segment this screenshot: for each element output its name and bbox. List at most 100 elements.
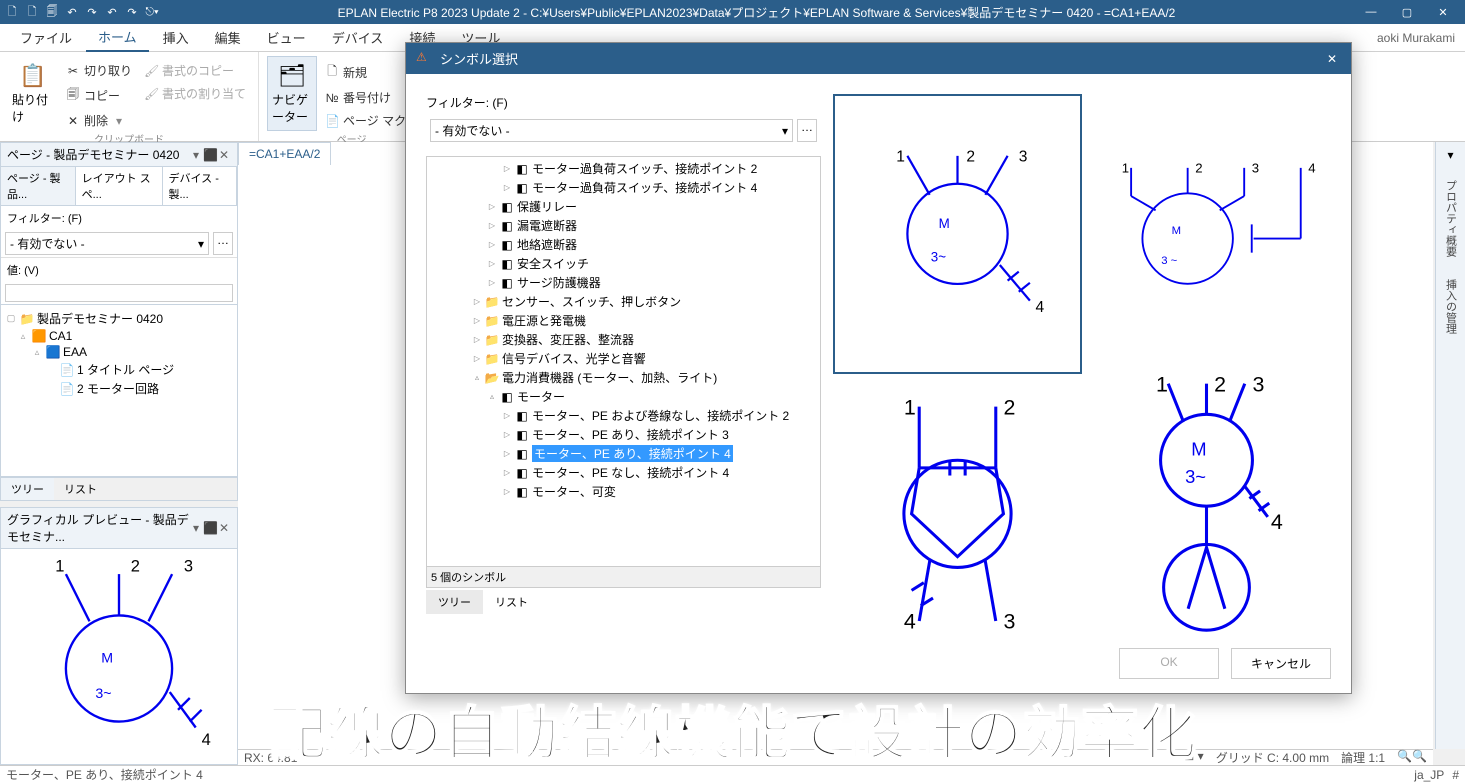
cancel-button[interactable]: キャンセル <box>1231 648 1331 679</box>
svg-text:4: 4 <box>1308 161 1315 176</box>
panel-dropdown-icon[interactable]: ▾ <box>189 148 203 162</box>
copy-icon[interactable]: 🗐 <box>44 4 60 20</box>
tree-eaa[interactable]: ▵🟦EAA <box>1 344 237 360</box>
preview-dropdown-icon[interactable]: ▾ <box>189 521 203 535</box>
tree-item[interactable]: ▷◧モーター過負荷スイッチ、接続ポイント 4 <box>427 178 820 197</box>
toggle-icon[interactable]: ⎋▾ <box>144 4 160 20</box>
symbol-thumb-3[interactable]: 1 2 4 3 <box>833 374 1082 634</box>
format-assign-button[interactable]: 🖌書式の割り当て <box>140 83 250 104</box>
preview-pin-icon[interactable]: ⬛ <box>203 521 217 535</box>
tab-devices[interactable]: デバイス - 製... <box>163 167 238 205</box>
tree-page2[interactable]: 📄2 モーター回路 <box>1 379 237 398</box>
navigator-icon: 🗂 <box>278 63 306 89</box>
tab-edit[interactable]: 編集 <box>203 24 253 51</box>
rail-dropdown-icon[interactable]: ▾ <box>1447 148 1453 164</box>
tree-item[interactable]: ▷◧モーター、PE および巻線なし、接続ポイント 2 <box>427 406 820 425</box>
dlg-filter-select[interactable]: - 有効でない -▾ <box>430 119 793 142</box>
tree-item[interactable]: ▷◧モーター、PE なし、接続ポイント 4 <box>427 463 820 482</box>
tree-item[interactable]: ▷◧サージ防護機器 <box>427 273 820 292</box>
tree-item[interactable]: ▷◧安全スイッチ <box>427 254 820 273</box>
tab-pages[interactable]: ページ - 製品... <box>1 167 76 205</box>
tab-home[interactable]: ホーム <box>86 23 149 52</box>
svg-text:1: 1 <box>904 395 916 419</box>
navigator-button[interactable]: 🗂 ナビゲーター <box>267 56 317 131</box>
svg-text:1: 1 <box>1122 161 1129 176</box>
document-tab[interactable]: =CA1+EAA/2 <box>238 142 331 165</box>
tree-tab-button[interactable]: ツリー <box>1 478 54 500</box>
tree-item[interactable]: ▷◧モーター、可変 <box>427 482 820 501</box>
delete-button[interactable]: ✕削除▾ <box>62 110 136 131</box>
symbol-thumb-2[interactable]: 1 2 3 4 M 3 ~ <box>1082 94 1331 374</box>
status-grid: グリッド C: 4.00 mm <box>1216 749 1329 766</box>
svg-text:4: 4 <box>1271 510 1283 534</box>
list-tab-button[interactable]: リスト <box>54 478 107 500</box>
svg-text:4: 4 <box>904 609 916 633</box>
tree-folder[interactable]: ▷📁電圧源と発電機 <box>427 311 820 330</box>
warning-icon: ⚠ <box>416 50 434 68</box>
tree-page1[interactable]: 📄1 タイトル ページ <box>1 360 237 379</box>
tab-layout[interactable]: レイアウト スペ... <box>76 167 163 205</box>
window-close[interactable]: ✕ <box>1425 1 1461 23</box>
chevron-down-icon: ▾ <box>198 237 204 251</box>
tree-folder[interactable]: ▷📁変換器、変圧器、整流器 <box>427 330 820 349</box>
tree-root[interactable]: ▢📁製品デモセミナー 0420 <box>1 309 237 328</box>
rail-insert-tab[interactable]: 挿入の管理 <box>1441 273 1461 340</box>
panel-close-icon[interactable]: ✕ <box>217 148 231 162</box>
window-minimize[interactable]: — <box>1353 1 1389 23</box>
rail-properties-tab[interactable]: プロパティ概要 <box>1441 174 1461 263</box>
titlebar: 🗋 🗋 🗐 ↶ ↷ ↶ ↷ ⎋▾ EPLAN Electric P8 2023 … <box>0 0 1465 24</box>
copy-button[interactable]: 🗐コピー <box>62 83 136 108</box>
zoom-icon[interactable]: 🔍🔍 <box>1397 749 1427 766</box>
redo2-icon[interactable]: ↷ <box>124 4 140 20</box>
svg-text:2: 2 <box>1003 395 1015 419</box>
tree-item[interactable]: ▷◧漏電遮断器 <box>427 216 820 235</box>
symbol-count: 5 個のシンボル <box>427 566 820 587</box>
tree-item[interactable]: ▷◧地絡遮断器 <box>427 235 820 254</box>
tree-ca1[interactable]: ▵🟧CA1 <box>1 328 237 344</box>
redo-icon[interactable]: ↷ <box>84 4 100 20</box>
tree-item-selected[interactable]: ▷◧モーター、PE あり、接続ポイント 4 <box>427 444 820 463</box>
quick-access-toolbar: 🗋 🗋 🗐 ↶ ↷ ↶ ↷ ⎋▾ <box>4 4 160 20</box>
window-maximize[interactable]: ▢ <box>1389 1 1425 23</box>
tab-view[interactable]: ビュー <box>255 24 318 51</box>
undo-icon[interactable]: ↶ <box>64 4 80 20</box>
svg-text:3~: 3~ <box>931 250 946 265</box>
symbol-thumb-4[interactable]: 1 2 3 4 M 3~ <box>1082 374 1331 634</box>
svg-text:M: M <box>939 216 950 231</box>
ok-button[interactable]: OK <box>1119 648 1219 679</box>
dialog-close-icon[interactable]: ✕ <box>1327 52 1341 66</box>
new-file2-icon[interactable]: 🗋 <box>24 4 40 20</box>
cut-icon: ✂ <box>66 64 80 78</box>
svg-text:2: 2 <box>966 148 975 165</box>
paste-button[interactable]: 📋 貼り付け <box>8 56 58 131</box>
tab-file[interactable]: ファイル <box>8 24 84 51</box>
tree-motor-folder[interactable]: ▵◧モーター <box>427 387 820 406</box>
new-file-icon[interactable]: 🗋 <box>4 4 20 20</box>
tab-insert[interactable]: 挿入 <box>151 24 201 51</box>
dlg-filter-more-button[interactable]: … <box>797 119 817 142</box>
symbol-select-dialog: ⚠ シンボル選択 ✕ フィルター: (F) - 有効でない -▾ … ▷◧モータ… <box>405 42 1352 694</box>
tree-folder[interactable]: ▷📁信号デバイス、光学と音響 <box>427 349 820 368</box>
right-rail: ▾ プロパティ概要 挿入の管理 <box>1435 142 1465 749</box>
tree-item[interactable]: ▷◧保護リレー <box>427 197 820 216</box>
symbol-thumb-1[interactable]: 1 2 3 4 M 3~ <box>833 94 1082 374</box>
preview-close-icon[interactable]: ✕ <box>217 521 231 535</box>
dlg-tree-tab[interactable]: ツリー <box>426 590 483 614</box>
undo2-icon[interactable]: ↶ <box>104 4 120 20</box>
filter-more-button[interactable]: … <box>213 232 233 255</box>
tree-folder-open[interactable]: ▵📂電力消費機器 (モーター、加熱、ライト) <box>427 368 820 387</box>
cut-button[interactable]: ✂切り取り <box>62 60 136 81</box>
tree-item[interactable]: ▷◧モーター過負荷スイッチ、接続ポイント 2 <box>427 159 820 178</box>
dialog-title: シンボル選択 <box>440 49 1327 68</box>
tree-folder[interactable]: ▷📁センサー、スイッチ、押しボタン <box>427 292 820 311</box>
value-input[interactable] <box>5 284 233 302</box>
svg-text:3 ~: 3 ~ <box>1161 255 1177 267</box>
svg-text:4: 4 <box>202 731 211 749</box>
tree-item[interactable]: ▷◧モーター、PE あり、接続ポイント 3 <box>427 425 820 444</box>
format-copy-button[interactable]: 🖌書式のコピー <box>140 60 250 81</box>
filter-select[interactable]: - 有効でない -▾ <box>5 232 209 255</box>
dlg-list-tab[interactable]: リスト <box>483 590 540 614</box>
tab-device[interactable]: デバイス <box>320 24 396 51</box>
svg-text:3: 3 <box>184 557 193 575</box>
panel-pin-icon[interactable]: ⬛ <box>203 148 217 162</box>
